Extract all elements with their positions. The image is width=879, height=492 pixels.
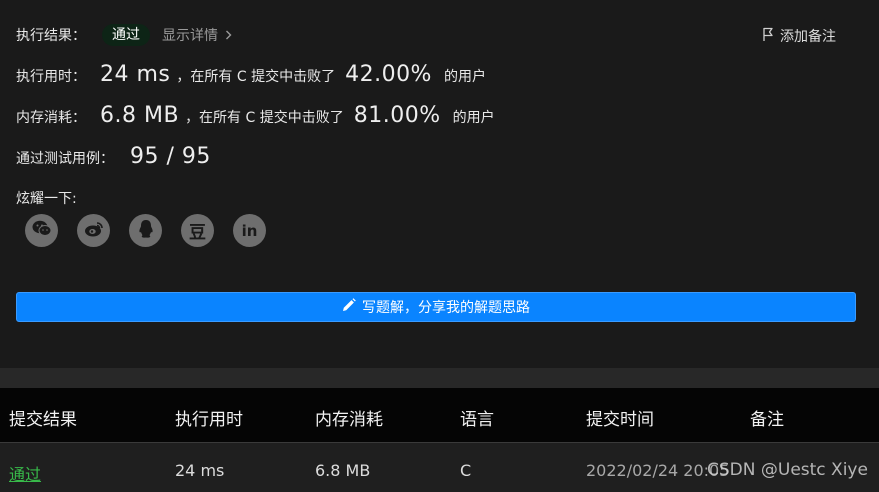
share-label: 炫耀一下: bbox=[16, 191, 77, 207]
row-language: C bbox=[460, 461, 472, 480]
share-douban-button[interactable]: 豆 bbox=[181, 214, 214, 247]
runtime-label: 执行用时： bbox=[16, 69, 86, 85]
row-memory: 6.8 MB bbox=[315, 461, 371, 480]
flag-icon bbox=[762, 27, 774, 46]
watermark: CSDN @Uestc Xiye bbox=[707, 460, 868, 480]
memory-percent: 81.00% bbox=[353, 103, 441, 128]
status-badge: 通过 bbox=[102, 24, 150, 46]
runtime-row: 执行用时： 24 ms ，在所有 C 提交中击败了 42.00% 的用户 bbox=[16, 62, 486, 87]
column-header-submit-time[interactable]: 提交时间 bbox=[586, 405, 654, 430]
wechat-icon bbox=[32, 220, 52, 241]
show-details-label: 显示详情 bbox=[162, 28, 218, 44]
column-header-note[interactable]: 备注 bbox=[750, 405, 784, 430]
share-wechat-button[interactable] bbox=[25, 214, 58, 247]
qq-icon bbox=[137, 219, 155, 243]
row-runtime: 24 ms bbox=[175, 461, 225, 480]
submissions-table-header: 提交结果 执行用时 内存消耗 语言 提交时间 备注 bbox=[0, 388, 879, 443]
row-result-link[interactable]: 通过 bbox=[9, 461, 41, 485]
runtime-beat-text: ，在所有 C 提交中击败了 bbox=[176, 69, 336, 85]
runtime-users-text: 的用户 bbox=[443, 69, 486, 85]
column-header-language[interactable]: 语言 bbox=[460, 405, 494, 430]
memory-label: 内存消耗： bbox=[16, 110, 86, 126]
share-buttons: 豆 in bbox=[25, 214, 266, 247]
add-note-button[interactable]: 添加备注 bbox=[762, 26, 836, 46]
share-qq-button[interactable] bbox=[129, 214, 162, 247]
tests-row: 通过测试用例： 95 / 95 bbox=[16, 144, 211, 169]
runtime-percent: 42.00% bbox=[345, 62, 432, 87]
chevron-right-icon bbox=[225, 28, 232, 44]
share-linkedin-button[interactable]: in bbox=[233, 214, 266, 247]
column-header-runtime[interactable]: 执行用时 bbox=[175, 405, 243, 430]
pencil-icon bbox=[342, 298, 356, 316]
show-details-link[interactable]: 显示详情 bbox=[162, 25, 232, 45]
runtime-value: 24 ms bbox=[100, 62, 171, 87]
memory-value: 6.8 MB bbox=[100, 103, 180, 128]
memory-users-text: 的用户 bbox=[452, 110, 495, 126]
column-header-memory[interactable]: 内存消耗 bbox=[315, 405, 383, 430]
result-label: 执行结果： bbox=[16, 28, 86, 44]
result-row: 执行结果： 通过 显示详情 bbox=[16, 24, 232, 46]
tests-label: 通过测试用例： bbox=[16, 151, 114, 167]
share-row-label: 炫耀一下: bbox=[16, 188, 77, 208]
weibo-icon bbox=[84, 220, 104, 242]
memory-row: 内存消耗： 6.8 MB ，在所有 C 提交中击败了 81.00% 的用户 bbox=[16, 103, 495, 128]
douban-icon: 豆 bbox=[189, 223, 206, 243]
memory-beat-text: ，在所有 C 提交中击败了 bbox=[185, 110, 344, 126]
write-solution-button[interactable]: 写题解，分享我的解题思路 bbox=[16, 292, 856, 322]
tests-value: 95 / 95 bbox=[130, 144, 211, 169]
submission-result-panel: 执行结果： 通过 显示详情 添加备注 执行用时： 24 ms ，在所有 C 提交… bbox=[0, 0, 879, 368]
share-weibo-button[interactable] bbox=[77, 214, 110, 247]
add-note-label: 添加备注 bbox=[780, 29, 836, 45]
write-solution-label: 写题解，分享我的解题思路 bbox=[362, 300, 530, 316]
linkedin-icon: in bbox=[241, 221, 258, 240]
column-header-result[interactable]: 提交结果 bbox=[9, 405, 77, 430]
